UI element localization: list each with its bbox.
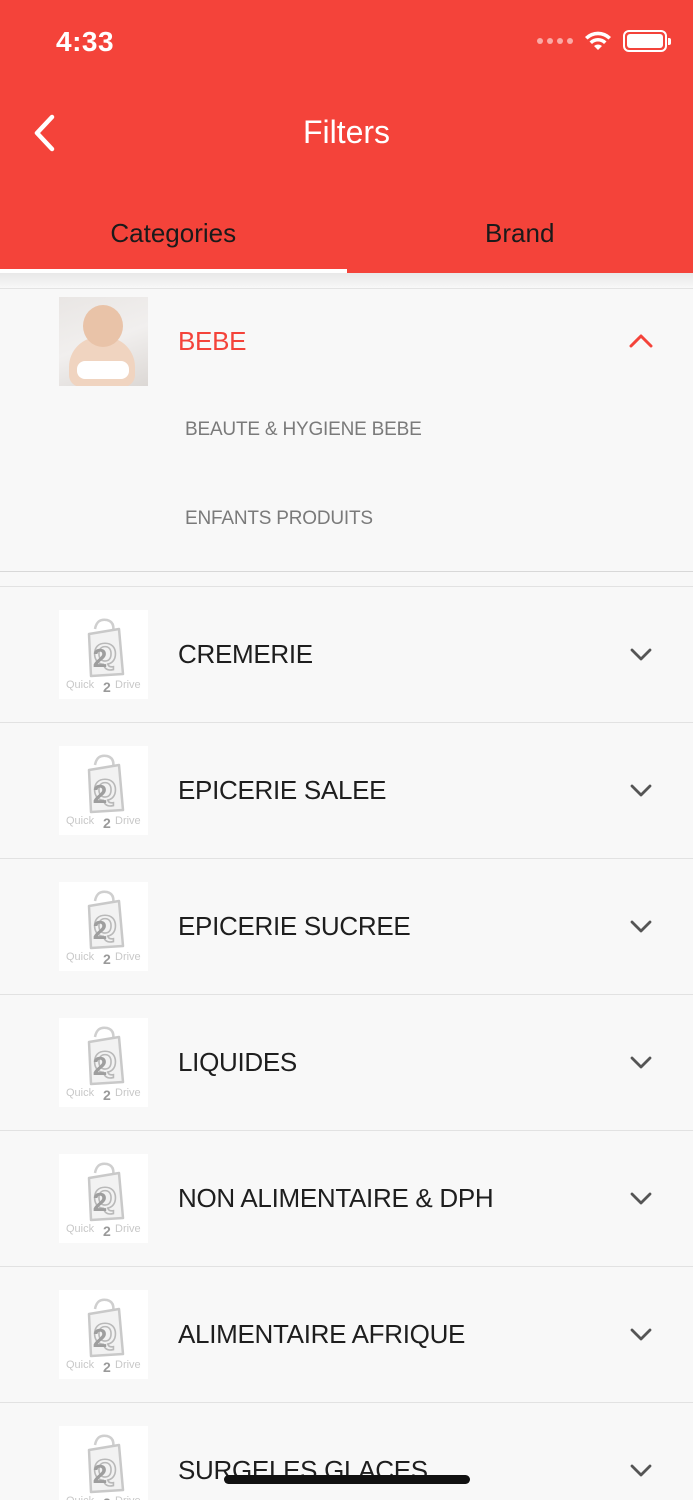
category-label: NON ALIMENTAIRE & DPH bbox=[178, 1183, 494, 1213]
category-label: CREMERIE bbox=[178, 639, 313, 669]
wifi-icon bbox=[585, 31, 611, 50]
status-icons bbox=[537, 30, 671, 52]
svg-text:Drive: Drive bbox=[115, 1087, 141, 1099]
subcategory-item[interactable]: BEAUTE & HYGIENE BEBE bbox=[0, 393, 693, 482]
placeholder-logo: Q 2 Quick 2 Drive bbox=[59, 746, 148, 835]
placeholder-logo: Q 2 Quick 2 Drive bbox=[59, 610, 148, 699]
category-row-cremerie[interactable]: Q 2 Quick 2 Drive CREMERIE bbox=[0, 587, 693, 723]
svg-text:Quick: Quick bbox=[66, 1359, 95, 1371]
svg-text:2: 2 bbox=[103, 1359, 111, 1375]
tab-label: Categories bbox=[110, 218, 237, 248]
svg-text:Quick: Quick bbox=[66, 1495, 95, 1500]
category-row-alimentaire-afrique[interactable]: Q 2 Quick 2 Drive ALIMENTAIRE AFRIQUE bbox=[0, 1267, 693, 1403]
placeholder-logo: Q 2 Quick 2 Drive bbox=[59, 1426, 148, 1500]
shopping-bag-logo-icon: Q 2 Quick 2 Drive bbox=[66, 889, 141, 967]
chevron-up-icon[interactable] bbox=[627, 327, 655, 355]
shopping-bag-logo-icon: Q 2 Quick 2 Drive bbox=[66, 1025, 141, 1103]
tab-brand[interactable]: Brand bbox=[347, 200, 693, 273]
svg-text:Quick: Quick bbox=[66, 1087, 95, 1099]
shopping-bag-logo-icon: Q 2 Quick 2 Drive bbox=[66, 1161, 141, 1239]
svg-text:Drive: Drive bbox=[115, 1495, 141, 1500]
category-image-bebe bbox=[59, 297, 148, 386]
placeholder-logo: Q 2 Quick 2 Drive bbox=[59, 1154, 148, 1243]
svg-text:2: 2 bbox=[103, 815, 111, 831]
shopping-bag-logo-icon: Q 2 Quick 2 Drive bbox=[66, 617, 141, 695]
list-divider bbox=[0, 572, 693, 587]
shopping-bag-logo-icon: Q 2 Quick 2 Drive bbox=[66, 753, 141, 831]
svg-text:2: 2 bbox=[92, 1459, 106, 1489]
svg-text:2: 2 bbox=[92, 1187, 106, 1217]
svg-text:2: 2 bbox=[92, 643, 106, 673]
page-title: Filters bbox=[302, 114, 391, 150]
svg-text:2: 2 bbox=[103, 1223, 111, 1239]
chevron-down-icon[interactable] bbox=[627, 1185, 655, 1213]
tab-bar: Categories Brand bbox=[0, 200, 693, 273]
svg-text:2: 2 bbox=[103, 679, 111, 695]
svg-text:2: 2 bbox=[92, 779, 106, 809]
svg-text:Drive: Drive bbox=[115, 679, 141, 691]
subcategory-label: BEAUTE & HYGIENE BEBE bbox=[185, 419, 422, 440]
chevron-down-icon[interactable] bbox=[627, 913, 655, 941]
subcategory-item[interactable]: ENFANTS PRODUITS bbox=[0, 482, 693, 571]
svg-text:Quick: Quick bbox=[66, 951, 95, 963]
svg-text:2: 2 bbox=[92, 1051, 106, 1081]
svg-text:2: 2 bbox=[103, 1495, 111, 1500]
svg-text:2: 2 bbox=[92, 1323, 106, 1353]
shopping-bag-logo-icon: Q 2 Quick 2 Drive bbox=[66, 1297, 141, 1375]
category-row-epicerie-salee[interactable]: Q 2 Quick 2 Drive EPICERIE SALEE bbox=[0, 723, 693, 859]
category-bebe-expanded: BEBE BEAUTE & HYGIENE BEBE ENFANTS PRODU… bbox=[0, 289, 693, 572]
category-label: EPICERIE SUCREE bbox=[178, 911, 411, 941]
battery-icon bbox=[623, 30, 671, 52]
category-label: ALIMENTAIRE AFRIQUE bbox=[178, 1319, 466, 1349]
category-label: BEBE bbox=[178, 326, 247, 356]
category-label: LIQUIDES bbox=[178, 1047, 297, 1077]
svg-text:Quick: Quick bbox=[66, 1223, 95, 1235]
status-time: 4:33 bbox=[56, 26, 115, 57]
svg-text:Drive: Drive bbox=[115, 815, 141, 827]
svg-text:2: 2 bbox=[103, 1087, 111, 1103]
svg-text:Drive: Drive bbox=[115, 1223, 141, 1235]
svg-text:Drive: Drive bbox=[115, 1359, 141, 1371]
list-top-shadow bbox=[0, 273, 693, 289]
svg-text:2: 2 bbox=[103, 951, 111, 967]
app-header: 4:33 Filters Categories Brand bbox=[0, 0, 693, 273]
subcategory-label: ENFANTS PRODUITS bbox=[185, 508, 373, 529]
category-row-epicerie-sucree[interactable]: Q 2 Quick 2 Drive EPICERIE SUCREE bbox=[0, 859, 693, 995]
chevron-down-icon[interactable] bbox=[627, 1457, 655, 1485]
svg-text:Quick: Quick bbox=[66, 815, 95, 827]
chevron-down-icon[interactable] bbox=[627, 1321, 655, 1349]
baby-photo bbox=[59, 297, 148, 386]
category-label: EPICERIE SALEE bbox=[178, 775, 387, 805]
shopping-bag-logo-icon: Q 2 Quick 2 Drive bbox=[66, 1433, 141, 1500]
svg-text:Drive: Drive bbox=[115, 951, 141, 963]
placeholder-logo: Q 2 Quick 2 Drive bbox=[59, 882, 148, 971]
category-row-liquides[interactable]: Q 2 Quick 2 Drive LIQUIDES bbox=[0, 995, 693, 1131]
category-row-bebe[interactable]: BEBE bbox=[0, 289, 693, 393]
category-list: BEBE BEAUTE & HYGIENE BEBE ENFANTS PRODU… bbox=[0, 273, 693, 1500]
svg-text:2: 2 bbox=[92, 915, 106, 945]
chevron-down-icon[interactable] bbox=[627, 1049, 655, 1077]
placeholder-logo: Q 2 Quick 2 Drive bbox=[59, 1018, 148, 1107]
chevron-down-icon[interactable] bbox=[627, 777, 655, 805]
svg-text:Quick: Quick bbox=[66, 679, 95, 691]
chevron-down-icon[interactable] bbox=[627, 641, 655, 669]
signal-icon bbox=[537, 38, 573, 44]
placeholder-logo: Q 2 Quick 2 Drive bbox=[59, 1290, 148, 1379]
tab-categories[interactable]: Categories bbox=[0, 200, 347, 273]
home-indicator bbox=[224, 1475, 470, 1484]
category-row-non-alimentaire-dph[interactable]: Q 2 Quick 2 Drive NON ALIMENTAIRE & DPH bbox=[0, 1131, 693, 1267]
tab-label: Brand bbox=[485, 218, 555, 248]
category-row-surgeles-glaces[interactable]: Q 2 Quick 2 Drive SURGELES GLACES bbox=[0, 1403, 693, 1500]
